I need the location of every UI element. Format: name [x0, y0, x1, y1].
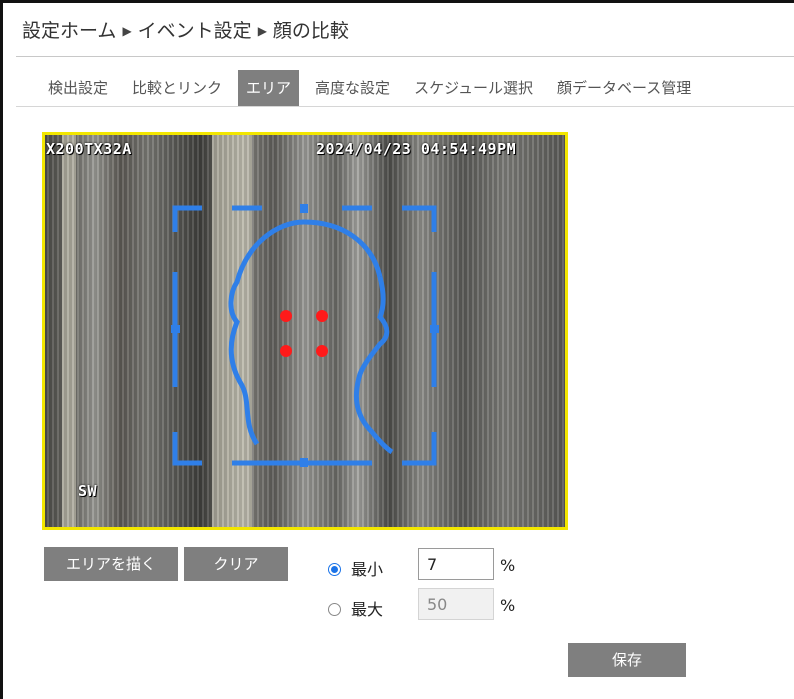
- clear-button[interactable]: クリア: [184, 547, 288, 581]
- tab-schedule[interactable]: スケジュール選択: [406, 70, 541, 106]
- min-option[interactable]: 最小: [328, 556, 383, 580]
- breadcrumb-separator-icon: ▶: [122, 24, 132, 38]
- min-size-input[interactable]: [418, 548, 494, 580]
- save-button[interactable]: 保存: [568, 643, 686, 677]
- draw-area-button[interactable]: エリアを描く: [44, 547, 178, 581]
- min-unit: %: [500, 556, 516, 575]
- video-border: [42, 132, 568, 530]
- tab-advanced-settings[interactable]: 高度な設定: [307, 70, 398, 106]
- max-option[interactable]: 最大: [328, 596, 383, 620]
- min-label: 最小: [351, 560, 384, 579]
- tab-area[interactable]: エリア: [238, 70, 300, 106]
- max-radio[interactable]: [328, 603, 341, 616]
- breadcrumb: 設定ホーム ▶ イベント設定 ▶ 顔の比較: [22, 16, 349, 43]
- tab-divider: [16, 106, 794, 107]
- header-divider: [16, 56, 794, 57]
- tab-compare-link[interactable]: 比較とリンク: [124, 70, 230, 106]
- breadcrumb-item-home[interactable]: 設定ホーム: [22, 20, 116, 42]
- max-size-input: [418, 588, 494, 620]
- breadcrumb-item-face-compare: 顔の比較: [272, 20, 349, 42]
- tab-face-database[interactable]: 顔データベース管理: [549, 70, 699, 106]
- tab-bar: 検出設定 比較とリンク エリア 高度な設定 スケジュール選択 顔データベース管理: [40, 70, 707, 106]
- max-unit: %: [500, 596, 516, 615]
- breadcrumb-separator-icon: ▶: [257, 24, 267, 38]
- tab-detection-settings[interactable]: 検出設定: [40, 70, 116, 106]
- min-radio[interactable]: [328, 563, 341, 576]
- breadcrumb-item-event-settings[interactable]: イベント設定: [138, 20, 252, 42]
- max-label: 最大: [351, 600, 384, 619]
